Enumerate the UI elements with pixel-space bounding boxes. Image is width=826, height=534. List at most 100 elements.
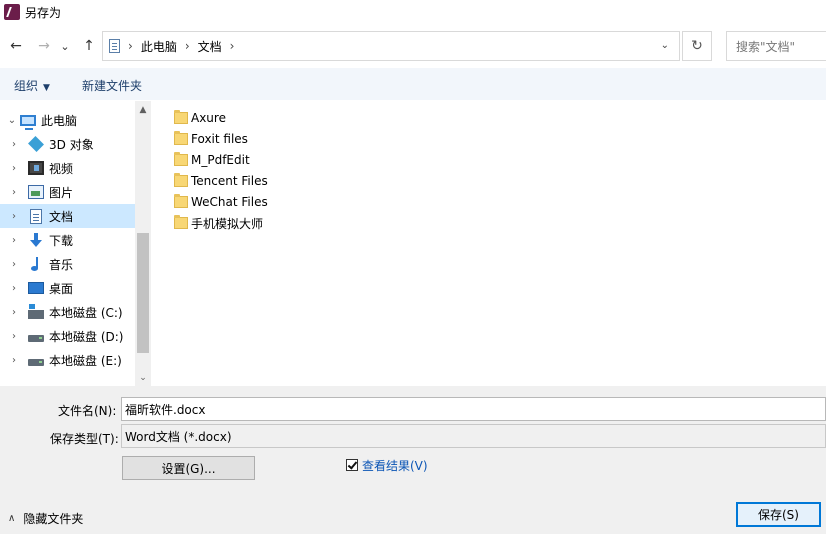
tree-expand-chevron-icon[interactable]: › <box>9 187 19 198</box>
address-dropdown-chevron-icon[interactable]: ⌄ <box>661 40 669 51</box>
tree-item-label: 音乐 <box>49 257 74 272</box>
hide-folders-toggle[interactable]: ∧ 隐藏文件夹 <box>8 510 83 527</box>
folder-icon <box>174 215 188 229</box>
scroll-down-arrow-icon[interactable]: ⌄ <box>135 369 151 386</box>
file-name: Tencent Files <box>191 174 268 188</box>
drive-icon <box>28 335 44 342</box>
filetype-select[interactable]: Word文档 (*.docx) <box>121 424 826 448</box>
breadcrumb-separator[interactable]: › <box>185 39 190 53</box>
navigation-pane[interactable]: ⌄ 此电脑 › 3D 对象 › 视频 › 图片 › 文档 › 下载 › 音乐 ›… <box>0 101 151 386</box>
tree-item-drive-e[interactable]: › 本地磁盘 (E:) <box>0 348 135 372</box>
title-bar: 另存为 <box>0 0 826 24</box>
folder-icon <box>174 110 188 124</box>
tree-item-label: 3D 对象 <box>49 137 94 152</box>
caret-down-icon: ▼ <box>43 83 50 93</box>
list-item[interactable]: M_PdfEdit <box>174 150 250 170</box>
scroll-up-arrow-icon[interactable]: ▲ <box>135 101 151 118</box>
view-result-label[interactable]: 查看结果(V) <box>362 457 428 474</box>
tree-expand-chevron-icon[interactable]: › <box>9 331 19 342</box>
list-item[interactable]: Tencent Files <box>174 171 268 191</box>
chevron-up-icon: ∧ <box>8 513 16 524</box>
view-result-checkbox[interactable] <box>346 459 358 471</box>
tree-expand-chevron-icon[interactable]: › <box>9 283 19 294</box>
back-arrow-icon[interactable]: ← <box>7 36 25 56</box>
new-folder-button[interactable]: 新建文件夹 <box>82 77 142 94</box>
filename-label: 文件名(N): <box>58 404 117 418</box>
folder-icon <box>174 194 188 208</box>
hide-folders-label: 隐藏文件夹 <box>23 512 84 526</box>
drive-icon <box>28 359 44 366</box>
tree-expand-chevron-icon[interactable]: › <box>9 235 19 246</box>
tree-item-desktop[interactable]: › 桌面 <box>0 276 135 300</box>
command-toolbar: 组织 ▼ 新建文件夹 <box>0 68 826 100</box>
file-name: M_PdfEdit <box>191 153 250 167</box>
navigation-pane-scrollbar[interactable]: ▲ ⌄ <box>135 101 151 386</box>
picture-icon <box>28 185 44 199</box>
breadcrumb-separator[interactable]: › <box>230 39 235 53</box>
file-list[interactable]: Axure Foxit files M_PdfEdit Tencent File… <box>152 101 826 386</box>
music-note-icon <box>30 256 42 272</box>
file-name: Foxit files <box>191 132 248 146</box>
tree-item-label: 视频 <box>49 161 74 176</box>
computer-icon <box>20 114 36 130</box>
list-item[interactable]: 手机模拟大师 <box>174 213 263 233</box>
tree-item-3d-objects[interactable]: › 3D 对象 <box>0 132 135 156</box>
window-title: 另存为 <box>25 5 62 20</box>
tree-item-documents[interactable]: › 文档 <box>0 204 135 228</box>
tree-item-label: 文档 <box>49 209 74 224</box>
list-item[interactable]: Foxit files <box>174 129 248 149</box>
breadcrumb-documents[interactable]: 文档 <box>198 38 222 55</box>
tree-expand-chevron-icon[interactable]: › <box>9 259 19 270</box>
file-name: 手机模拟大师 <box>191 216 264 231</box>
tree-item-label: 图片 <box>49 185 74 200</box>
breadcrumb-separator[interactable]: › <box>128 39 133 53</box>
save-button[interactable]: 保存(S) <box>736 502 821 527</box>
tree-item-music[interactable]: › 音乐 <box>0 252 135 276</box>
address-bar[interactable]: › 此电脑 › 文档 › ⌄ <box>102 31 680 61</box>
document-icon <box>30 208 42 224</box>
filename-input[interactable]: 福昕软件.docx <box>121 397 826 421</box>
list-item[interactable]: Axure <box>174 108 226 128</box>
folder-icon <box>174 131 188 145</box>
tree-expand-chevron-icon[interactable]: ⌄ <box>7 115 17 126</box>
document-icon <box>109 39 120 53</box>
file-name: Axure <box>191 111 226 125</box>
tree-expand-chevron-icon[interactable]: › <box>9 211 19 222</box>
download-arrow-icon <box>29 233 43 247</box>
video-icon <box>28 161 44 175</box>
up-arrow-icon[interactable]: ↑ <box>80 36 98 56</box>
tree-item-label: 本地磁盘 (C:) <box>49 305 123 320</box>
scrollbar-thumb[interactable] <box>137 233 149 353</box>
tree-item-drive-d[interactable]: › 本地磁盘 (D:) <box>0 324 135 348</box>
tree-expand-chevron-icon[interactable]: › <box>9 163 19 174</box>
desktop-icon <box>28 282 44 294</box>
organize-label: 组织 <box>14 79 39 93</box>
tree-item-pictures[interactable]: › 图片 <box>0 180 135 204</box>
tree-expand-chevron-icon[interactable]: › <box>9 307 19 318</box>
tree-expand-chevron-icon[interactable]: › <box>9 139 19 150</box>
organize-menu-button[interactable]: 组织 ▼ <box>14 77 50 94</box>
list-item[interactable]: WeChat Files <box>174 192 268 212</box>
folder-icon <box>174 173 188 187</box>
recent-locations-chevron-icon[interactable]: ⌄ <box>59 36 71 56</box>
system-drive-icon <box>28 303 44 319</box>
app-icon <box>4 4 20 20</box>
tree-item-videos[interactable]: › 视频 <box>0 156 135 180</box>
tree-item-downloads[interactable]: › 下载 <box>0 228 135 252</box>
tree-item-label: 本地磁盘 (D:) <box>49 329 124 344</box>
search-input[interactable]: 搜索"文档" <box>726 31 826 61</box>
breadcrumb-this-pc[interactable]: 此电脑 <box>141 38 177 55</box>
tree-item-this-pc[interactable]: ⌄ 此电脑 <box>0 108 135 132</box>
forward-arrow-icon[interactable]: → <box>35 36 53 56</box>
navigation-row: ← → ⌄ ↑ › 此电脑 › 文档 › ⌄ ↻ 搜索"文档" <box>0 28 826 64</box>
tree-expand-chevron-icon[interactable]: › <box>9 355 19 366</box>
tree-item-label: 桌面 <box>49 281 74 296</box>
settings-button[interactable]: 设置(G)... <box>122 456 255 480</box>
folder-icon <box>174 152 188 166</box>
cube-3d-icon <box>28 136 44 152</box>
refresh-icon[interactable]: ↻ <box>682 31 712 61</box>
tree-item-drive-c[interactable]: › 本地磁盘 (C:) <box>0 300 135 324</box>
save-form-panel: 文件名(N): 福昕软件.docx 保存类型(T): Word文档 (*.doc… <box>0 386 826 534</box>
file-name: WeChat Files <box>191 195 268 209</box>
tree-item-label: 此电脑 <box>41 113 78 128</box>
